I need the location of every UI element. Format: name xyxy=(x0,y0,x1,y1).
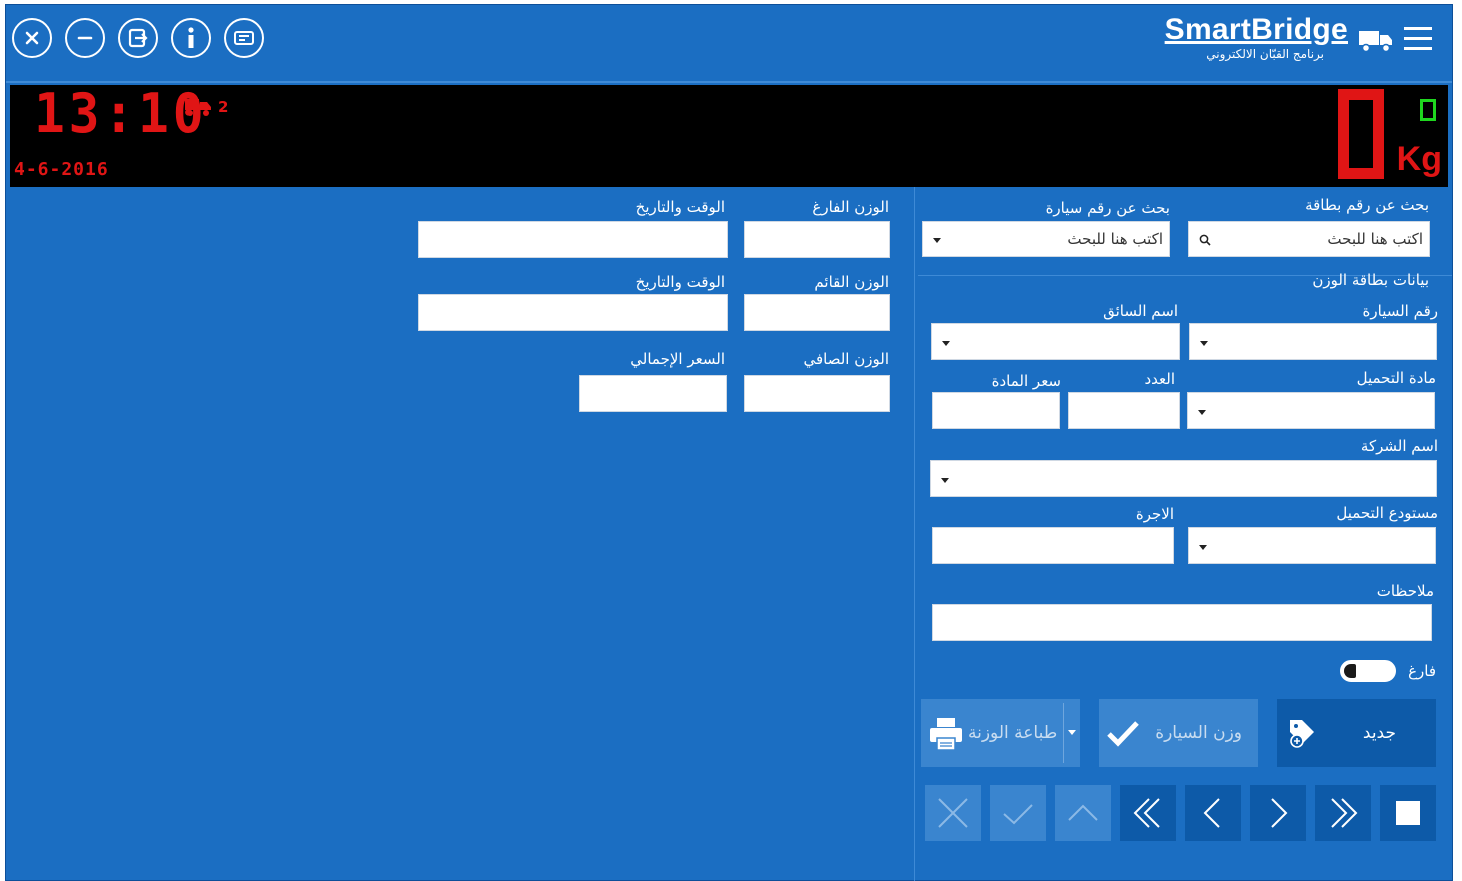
card-search-input[interactable]: اكتب هنا للبحث xyxy=(1188,221,1430,257)
net-weight-label: الوزن الصافي xyxy=(803,350,889,368)
warehouse-label: مستودع التحميل xyxy=(1336,504,1438,522)
double-chevron-right-icon xyxy=(1331,798,1358,828)
weigh-car-label: وزن السيارة xyxy=(1155,723,1242,743)
card-search-placeholder: اكتب هنا للبحث xyxy=(1327,230,1423,248)
material-dropdown[interactable] xyxy=(1187,392,1435,429)
title-divider xyxy=(6,81,1452,83)
truck-logo-icon xyxy=(1358,27,1394,57)
menu-icon[interactable] xyxy=(1404,27,1432,51)
total-price-field[interactable] xyxy=(579,375,727,412)
count-field[interactable] xyxy=(1068,392,1180,429)
clock: 13:10 xyxy=(34,82,208,145)
title-bar: SmartBridge برنامج القبّان الالكتروني xyxy=(6,5,1452,81)
full-weight-field[interactable] xyxy=(744,294,890,331)
fare-field[interactable] xyxy=(932,527,1174,564)
new-button-label: جديد xyxy=(1362,723,1396,743)
total-price-label: السعر الإجمالي xyxy=(630,350,725,368)
column-divider xyxy=(914,187,915,881)
net-weight-field[interactable] xyxy=(744,375,890,412)
car-count: 2 xyxy=(184,97,228,117)
search-icon xyxy=(1199,234,1211,246)
edit-up-button[interactable] xyxy=(1055,785,1111,841)
print-weighing-label: طباعة الوزنة xyxy=(968,723,1058,743)
car-number-dropdown[interactable] xyxy=(1189,323,1437,360)
check-icon xyxy=(1107,721,1139,747)
chevron-down-icon xyxy=(942,341,950,346)
next-record-button[interactable] xyxy=(1250,785,1306,841)
empty-toggle[interactable] xyxy=(1340,660,1396,682)
previous-record-button[interactable] xyxy=(1185,785,1241,841)
chevron-right-icon xyxy=(1271,798,1288,828)
empty-weight-field[interactable] xyxy=(744,221,890,258)
company-dropdown[interactable] xyxy=(930,460,1437,497)
chevron-down-icon xyxy=(933,238,941,243)
count-label: العدد xyxy=(1144,370,1175,388)
fare-label: الاجرة xyxy=(1135,505,1174,523)
last-record-button[interactable] xyxy=(1315,785,1371,841)
warehouse-dropdown[interactable] xyxy=(1188,527,1436,564)
empty-time-field[interactable] xyxy=(418,221,728,258)
material-price-field[interactable] xyxy=(932,392,1060,429)
stop-button[interactable] xyxy=(1380,785,1436,841)
brand-name: SmartBridge xyxy=(1164,13,1348,46)
card-section-title: بيانات بطاقة الوزن xyxy=(1312,271,1429,289)
weigh-car-button[interactable]: وزن السيارة xyxy=(1099,699,1258,767)
car-number-label: رقم السيارة xyxy=(1362,302,1438,320)
brand-subtitle: برنامج القبّان الالكتروني xyxy=(1206,47,1324,61)
car-search-dropdown[interactable]: اكتب هنا للبحث xyxy=(922,221,1170,257)
toggle-knob xyxy=(1344,664,1356,678)
print-weighing-button[interactable]: طباعة الوزنة xyxy=(921,699,1080,767)
printer-icon xyxy=(930,718,962,751)
date: 4-6-2016 xyxy=(14,159,109,180)
empty-toggle-label: فارغ xyxy=(1408,662,1436,680)
brand: SmartBridge برنامج القبّان الالكتروني xyxy=(1165,13,1348,61)
empty-time-label: الوقت والتاريخ xyxy=(635,198,725,216)
chevron-left-icon xyxy=(1203,798,1220,828)
led-display: 13:10 2 4-6-2016 Kg xyxy=(10,85,1448,187)
close-icon[interactable] xyxy=(12,18,52,58)
full-time-field[interactable] xyxy=(418,294,728,331)
cancel-record-button[interactable] xyxy=(925,785,981,841)
chevron-down-icon xyxy=(1199,545,1207,550)
company-label: اسم الشركة xyxy=(1360,437,1438,455)
full-time-label: الوقت والتاريخ xyxy=(635,273,725,291)
driver-name-dropdown[interactable] xyxy=(931,323,1180,360)
empty-weight-label: الوزن الفارغ xyxy=(812,198,889,216)
new-button[interactable]: جديد xyxy=(1277,699,1436,767)
settings-card-icon[interactable] xyxy=(224,18,264,58)
full-weight-label: الوزن القائم xyxy=(814,273,889,291)
car-search-label: بحث عن رقم سيارة xyxy=(1045,199,1170,217)
stable-indicator xyxy=(1420,99,1436,121)
truck-icon xyxy=(185,99,211,116)
card-search-label: بحث عن رقم بطاقة xyxy=(1305,196,1429,214)
stop-icon xyxy=(1396,801,1420,825)
chevron-down-icon xyxy=(1198,410,1206,415)
weight-unit: Kg xyxy=(1396,140,1442,178)
double-chevron-left-icon xyxy=(1133,798,1160,828)
info-icon[interactable] xyxy=(171,18,211,58)
app-window: SmartBridge برنامج القبّان الالكتروني 13… xyxy=(5,4,1453,881)
notes-field[interactable] xyxy=(932,604,1432,641)
car-count-value: 2 xyxy=(218,98,229,116)
add-tag-icon xyxy=(1290,720,1314,748)
notes-label: ملاحظات xyxy=(1376,582,1434,600)
exit-icon[interactable] xyxy=(118,18,158,58)
chevron-down-icon xyxy=(941,478,949,483)
split-divider xyxy=(1063,703,1064,763)
driver-name-label: اسم السائق xyxy=(1103,302,1178,320)
material-price-label: سعر المادة xyxy=(991,372,1061,390)
material-label: مادة التحميل xyxy=(1356,369,1436,387)
chevron-down-icon xyxy=(1200,341,1208,346)
save-record-button[interactable] xyxy=(990,785,1046,841)
check-icon xyxy=(1003,804,1033,825)
close-icon xyxy=(938,798,968,828)
weight-digit xyxy=(1338,89,1384,179)
car-search-placeholder: اكتب هنا للبحث xyxy=(1067,230,1163,248)
chevron-down-icon[interactable] xyxy=(1068,730,1076,735)
first-record-button[interactable] xyxy=(1120,785,1176,841)
minimize-icon[interactable] xyxy=(65,18,105,58)
chevron-up-icon xyxy=(1068,804,1098,821)
